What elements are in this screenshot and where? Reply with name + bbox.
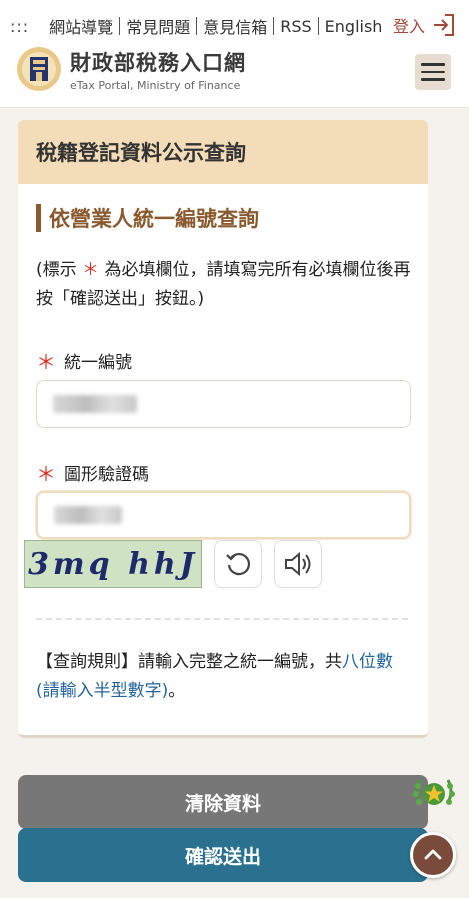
query-rule: 【查詢規則】請輸入完整之統一編號，共八位數(請輸入半型數字)。 [36,648,408,706]
redacted-value [53,395,137,413]
tax-id-label-text: 統一編號 [64,353,132,373]
section-title: 依營業人統一編號查詢 [36,202,259,234]
required-star-icon: ＊ [82,260,100,280]
hamburger-line [421,70,445,74]
back-to-top-button[interactable] [410,832,456,878]
captcha-label-text: 圖形驗證碼 [64,465,149,485]
section-title-text: 依營業人統一編號查詢 [49,207,259,231]
submit-button[interactable]: 確認送出 [18,828,428,882]
rule-suffix: 。 [168,681,186,701]
hamburger-menu-button[interactable] [415,54,451,90]
top-bar: ::: 網站導覽 常見問題 意見信箱 RSS English 登入 財政部稅務入… [0,0,469,108]
hamburger-line [421,78,445,81]
audio-captcha-button[interactable] [274,540,322,588]
award-badge-icon[interactable] [410,772,458,820]
login-icon [434,14,454,36]
refresh-captcha-button[interactable] [214,540,262,588]
nav-link-feedback[interactable]: 意見信箱 [197,14,273,38]
chevron-up-icon [424,849,442,860]
logo-title: 財政部稅務入口網 [70,50,246,75]
nav-link-sitemap[interactable]: 網站導覽 [43,14,119,38]
hamburger-line [421,63,445,66]
redacted-value [54,506,122,524]
clear-button[interactable]: 清除資料 [18,775,428,829]
site-logo[interactable]: 財政部稅務入口網 eTax Portal, Ministry of Financ… [16,46,246,92]
login-button[interactable]: 登入 [393,10,457,40]
captcha-label: ＊ 圖形驗證碼 [36,458,149,487]
nav-link-english[interactable]: English [319,17,389,36]
note-prefix: (標示 [36,260,77,280]
speaker-icon [285,551,311,577]
divider [36,618,408,620]
logo-subtitle: eTax Portal, Ministry of Finance [70,78,241,92]
captcha-image: 3mq hhJ [24,540,202,588]
refresh-icon [226,552,251,576]
captcha-input[interactable] [36,491,411,539]
query-card: 稅籍登記資料公示查詢 依營業人統一編號查詢 (標示 ＊ 為必填欄位，請填寫完所有… [18,120,428,738]
top-nav: ::: 網站導覽 常見問題 意見信箱 RSS English [10,12,388,40]
tax-id-label: ＊ 統一編號 [36,346,132,375]
required-star-icon: ＊ [36,462,56,486]
tax-id-input[interactable] [36,380,411,428]
required-star-icon: ＊ [36,350,56,374]
nav-link-rss[interactable]: RSS [274,17,317,36]
menu-dots-icon[interactable]: ::: [10,17,29,36]
card-title: 稅籍登記資料公示查詢 [18,120,428,184]
rule-prefix: 【查詢規則】請輸入完整之統一編號，共 [36,652,342,672]
required-note: (標示 ＊ 為必填欄位，請填寫完所有必填欄位後再按「確認送出」按鈕。) [36,256,416,314]
section-accent-bar [36,204,41,232]
login-label: 登入 [392,17,425,36]
nav-link-faq[interactable]: 常見問題 [120,14,196,38]
ministry-emblem-icon [17,47,61,91]
